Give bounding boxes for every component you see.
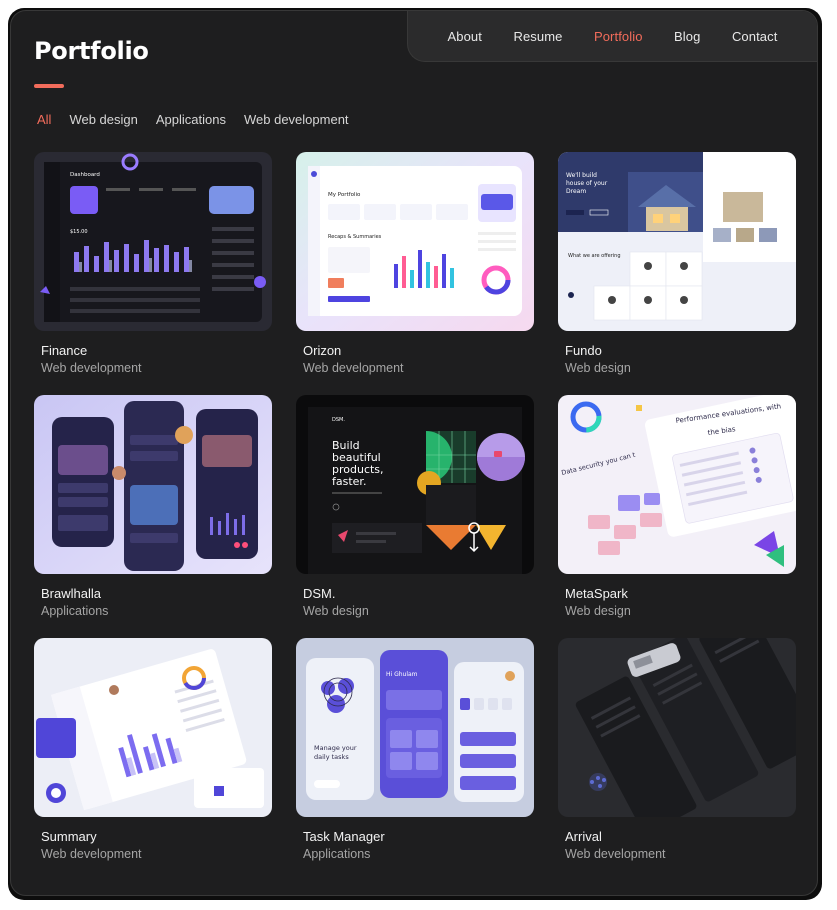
svg-text:faster.: faster. xyxy=(332,475,366,488)
project-title: Orizon xyxy=(303,343,342,358)
project-thumbnail[interactable]: DSM. Build beautiful products, faster. xyxy=(296,395,534,574)
project-dsm[interactable]: DSM. Build beautiful products, faster. D… xyxy=(296,395,534,618)
project-title: DSM. xyxy=(303,586,336,601)
project-title: Summary xyxy=(41,829,97,844)
project-category: Web development xyxy=(41,847,142,861)
project-thumbnail[interactable]: My Portfolio Recaps & Summaries xyxy=(296,152,534,331)
project-task-manager[interactable]: Manage your daily tasks Hi Ghulam Task M… xyxy=(296,638,534,861)
finance-heading: Dashboard xyxy=(70,172,100,178)
orizon-heading: My Portfolio xyxy=(328,192,361,198)
project-arrival[interactable]: Arrival Web development xyxy=(558,638,796,861)
project-brawlhalla[interactable]: Brawlhalla Applications xyxy=(34,395,272,618)
project-grid: Dashboard $15.00 Finance Web development… xyxy=(34,152,796,861)
nav-contact[interactable]: Contact xyxy=(732,29,778,44)
dsm-logo: DSM. xyxy=(332,417,345,423)
project-category: Applications xyxy=(41,604,109,618)
title-underline xyxy=(34,84,64,88)
page-title: Portfolio xyxy=(34,37,149,65)
project-category: Web development xyxy=(41,361,142,375)
project-thumbnail[interactable] xyxy=(558,638,796,817)
project-thumbnail[interactable]: We'll build house of your Dream What we … xyxy=(558,152,796,331)
project-fundo[interactable]: We'll build house of your Dream What we … xyxy=(558,152,796,375)
fundo-subheading: What we are offering xyxy=(568,253,621,259)
project-category: Web development xyxy=(565,847,666,861)
project-thumbnail[interactable]: Manage your daily tasks Hi Ghulam xyxy=(296,638,534,817)
nav-resume[interactable]: Resume xyxy=(513,29,562,44)
project-title: Fundo xyxy=(565,343,602,358)
project-thumbnail[interactable] xyxy=(34,638,272,817)
project-thumbnail[interactable]: Dashboard $15.00 xyxy=(34,152,272,331)
main-nav: About Resume Portfolio Blog Contact xyxy=(407,11,817,62)
nav-portfolio[interactable]: Portfolio xyxy=(594,29,643,44)
orizon-subheading: Recaps & Summaries xyxy=(328,234,382,240)
task-greeting: Hi Ghulam xyxy=(386,671,418,678)
task-heading: Manage your xyxy=(314,744,357,752)
finance-balance: $15.00 xyxy=(70,229,88,235)
filter-web-development[interactable]: Web development xyxy=(244,112,349,127)
fundo-heading: We'll build xyxy=(566,172,597,179)
svg-text:daily tasks: daily tasks xyxy=(314,753,349,761)
project-title: Arrival xyxy=(565,829,602,844)
project-category: Web development xyxy=(303,361,404,375)
filter-web-design[interactable]: Web design xyxy=(69,112,137,127)
project-title: Brawlhalla xyxy=(41,586,101,601)
project-thumbnail[interactable] xyxy=(34,395,272,574)
project-orizon[interactable]: My Portfolio Recaps & Summaries Orizon W… xyxy=(296,152,534,375)
nav-about[interactable]: About xyxy=(447,29,481,44)
portfolio-card: About Resume Portfolio Blog Contact Port… xyxy=(10,10,818,896)
project-category: Applications xyxy=(303,847,371,861)
filter-applications[interactable]: Applications xyxy=(156,112,226,127)
project-category: Web design xyxy=(565,361,631,375)
project-title: Task Manager xyxy=(303,829,385,844)
project-thumbnail[interactable]: Performance evaluations, with the bias D… xyxy=(558,395,796,574)
filter-all[interactable]: All xyxy=(37,112,51,127)
project-summary[interactable]: Summary Web development xyxy=(34,638,272,861)
project-title: Finance xyxy=(41,343,88,358)
project-category: Web design xyxy=(565,604,631,618)
project-finance[interactable]: Dashboard $15.00 Finance Web development xyxy=(34,152,272,375)
svg-text:house of your: house of your xyxy=(566,180,608,187)
filter-list: All Web design Applications Web developm… xyxy=(37,112,349,127)
project-title: MetaSpark xyxy=(565,586,628,601)
project-metaspark[interactable]: Performance evaluations, with the bias D… xyxy=(558,395,796,618)
nav-blog[interactable]: Blog xyxy=(674,29,700,44)
project-category: Web design xyxy=(303,604,369,618)
svg-text:Dream: Dream xyxy=(566,188,586,195)
